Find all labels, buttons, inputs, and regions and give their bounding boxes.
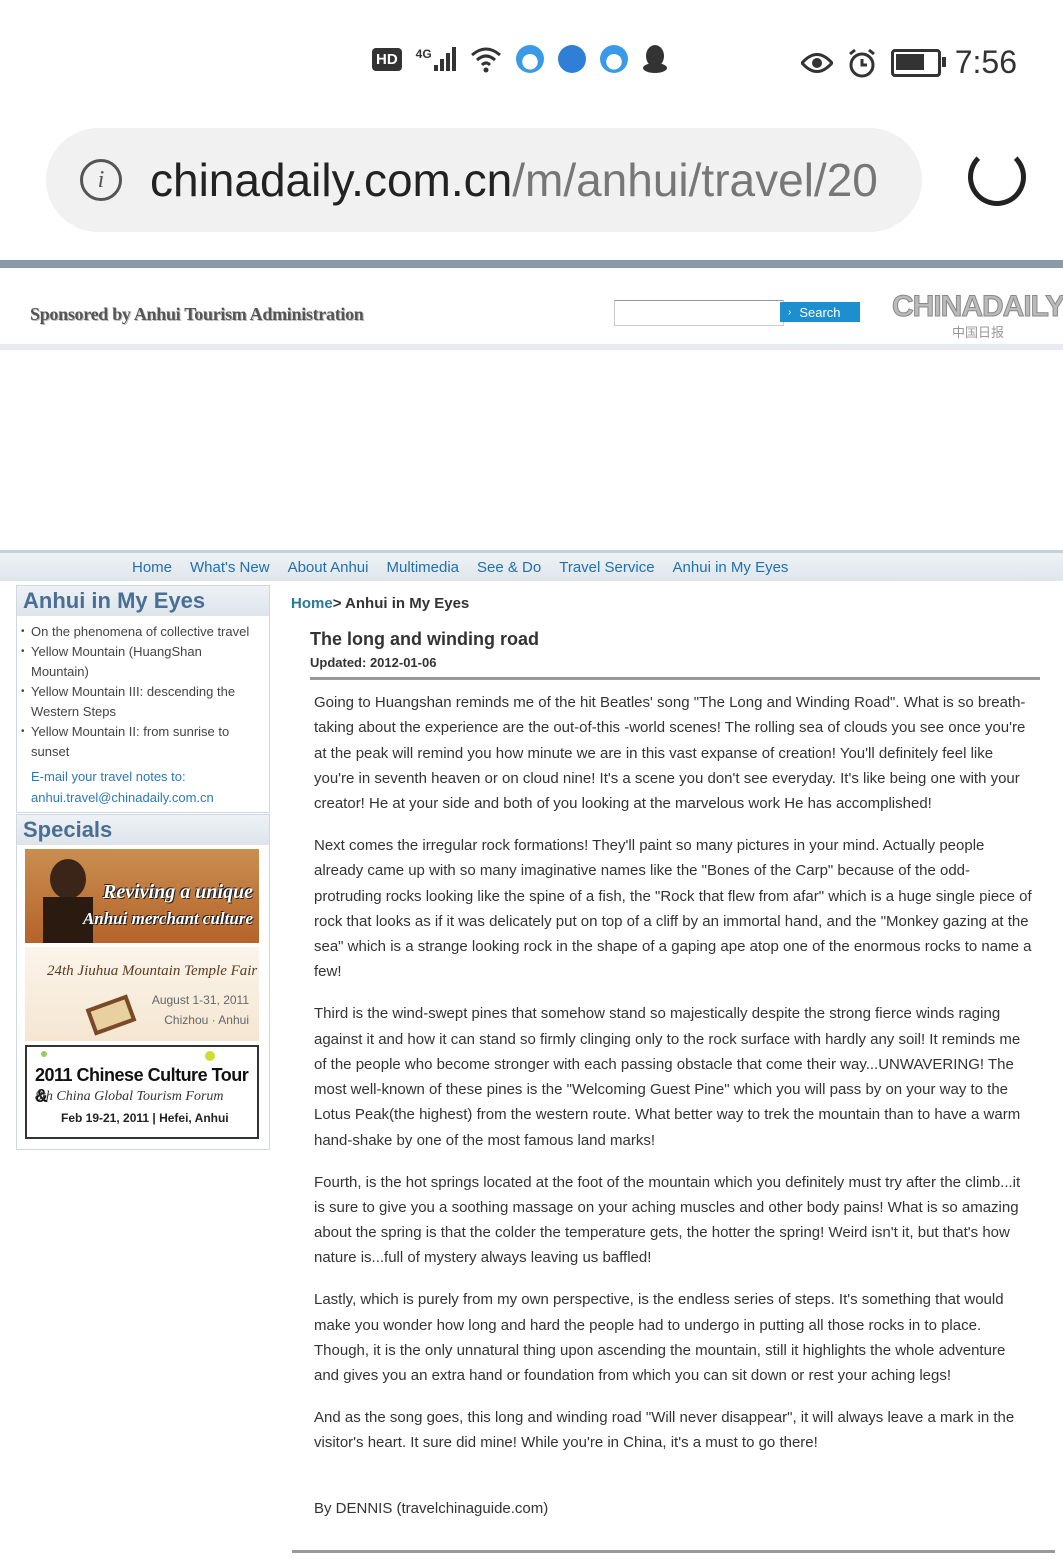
breadcrumb-current: > Anhui in My Eyes [332, 595, 470, 612]
nav-item[interactable]: Home [132, 559, 172, 576]
search-button-label: Search [799, 304, 841, 320]
promo3-line3: Feb 19-21, 2011 | Hefei, Anhui [61, 1111, 229, 1125]
url-domain: chinadaily.com.cn [150, 154, 513, 206]
eyes-link-list: On the phenomena of collective travelYel… [17, 616, 269, 766]
signal-icon: 4G [416, 47, 456, 71]
specials-box: Specials Reviving a unique Anhui merchan… [16, 814, 270, 1150]
breadcrumb-home[interactable]: Home [291, 595, 333, 612]
app-notification-icon [515, 45, 544, 73]
reload-icon[interactable] [968, 148, 1026, 206]
title-divider [310, 677, 1040, 680]
promo-jiuhua-temple-fair[interactable]: 24th Jiuhua Mountain Temple Fair August … [25, 947, 259, 1041]
article-title: The long and winding road [310, 629, 539, 649]
status-right: 7:56 [800, 44, 1017, 81]
browser-notification-icon [557, 45, 586, 73]
book-icon [85, 994, 137, 1036]
nav-item[interactable]: What's New [190, 559, 270, 576]
article-paragraph: Third is the wind-swept pines that someh… [314, 1005, 1021, 1149]
box-title-eyes: Anhui in My Eyes [17, 586, 269, 616]
promo-culture-tour-forum[interactable]: 2011 Chinese Culture Tour & 8th China Gl… [25, 1045, 259, 1139]
status-icons: HD 4G [372, 44, 668, 74]
clock: 7:56 [954, 44, 1017, 80]
eye-icon [800, 52, 833, 73]
hd-icon: HD [372, 47, 402, 71]
box-title-specials: Specials [17, 815, 269, 845]
url-text[interactable]: chinadaily.com.cn/m/anhui/travel/20 [150, 153, 878, 207]
anhui-in-my-eyes-box: Anhui in My Eyes On the phenomena of col… [16, 585, 270, 813]
email-notes: E-mail your travel notes to: anhui.trave… [17, 766, 269, 812]
article-paragraph: Going to Huangshan reminds me of the hit… [314, 694, 1026, 813]
promo1-line2: Anhui merchant culture [82, 909, 253, 928]
decor-dot-1 [41, 1051, 47, 1057]
site-header: Sponsored by Anhui Tourism Administratio… [0, 268, 1063, 350]
email-link[interactable]: anhui.travel@chinadaily.com.cn [31, 787, 269, 808]
ad-banner-area [0, 350, 1063, 550]
decor-dot-2 [205, 1051, 215, 1061]
chinadaily-logo[interactable]: CHINADAILY [891, 290, 1063, 324]
article-paragraph: Next comes the irregular rock formations… [314, 836, 1032, 981]
promo2-title: 24th Jiuhua Mountain Temple Fair [47, 963, 258, 979]
eyes-link-item[interactable]: Yellow Mountain III: descending the West… [21, 682, 261, 722]
promo3-line2: 8th China Global Tourism Forum [35, 1089, 224, 1104]
breadcrumb: Home> Anhui in My Eyes [291, 595, 469, 612]
nav-item[interactable]: See & Do [477, 559, 541, 576]
top-stripe [0, 260, 1063, 268]
address-bar[interactable]: i chinadaily.com.cn/m/anhui/travel/20 [46, 128, 922, 232]
promo2-place: Chizhou · Anhui [164, 1013, 249, 1027]
promo2-date: August 1-31, 2011 [151, 993, 249, 1007]
article-body: Going to Huangshan reminds me of the hit… [314, 690, 1034, 1472]
article-paragraph: And as the song goes, this long and wind… [314, 1408, 1015, 1452]
article-paragraph: Lastly, which is purely from my own pers… [314, 1291, 1006, 1385]
nav-item[interactable]: About Anhui [288, 559, 369, 576]
main-nav: Home What's New About Anhui Multimedia See &… [0, 550, 1063, 581]
eyes-link-item[interactable]: Yellow Mountain II: from sunrise to suns… [21, 722, 261, 762]
article-updated: Updated: 2012-01-06 [310, 655, 437, 670]
url-path: /m/anhui/travel/20 [512, 154, 878, 206]
battery-icon [890, 48, 946, 77]
email-label: E-mail your travel notes to: [31, 769, 186, 784]
eyes-link-item[interactable]: Yellow Mountain (HuangShan Mountain) [21, 642, 261, 682]
promo-merchant-culture[interactable]: Reviving a unique Anhui merchant culture [25, 849, 259, 943]
network-type-label: 4G [415, 47, 432, 61]
site-info-icon[interactable]: i [80, 159, 122, 201]
nav-item[interactable]: Anhui in My Eyes [673, 559, 789, 576]
chinadaily-logo-sub: 中国日报 [952, 325, 1005, 340]
eyes-link-item[interactable]: On the phenomena of collective travel [21, 622, 261, 642]
article-byline: By DENNIS (travelchinaguide.com) [314, 1500, 549, 1517]
wifi-icon [470, 47, 501, 73]
nav-item[interactable]: Multimedia [386, 559, 459, 576]
app-notification-icon-2 [599, 45, 628, 73]
bottom-divider [292, 1550, 1055, 1553]
nav-item[interactable]: Travel Service [559, 559, 654, 576]
search-arrow-icon: › [788, 306, 792, 318]
qq-icon [642, 45, 667, 73]
web-page: Sponsored by Anhui Tourism Administratio… [0, 260, 1063, 1567]
alarm-icon [848, 48, 875, 77]
sponsor-banner: Sponsored by Anhui Tourism Administratio… [30, 304, 364, 324]
promo1-line1: Reviving a unique [102, 881, 253, 903]
status-bar: HD 4G 7:56 [0, 0, 1063, 120]
article-paragraph: Fourth, is the hot springs located at th… [314, 1173, 1021, 1267]
search-input[interactable] [614, 300, 784, 326]
search-button[interactable]: › Search [780, 302, 860, 322]
